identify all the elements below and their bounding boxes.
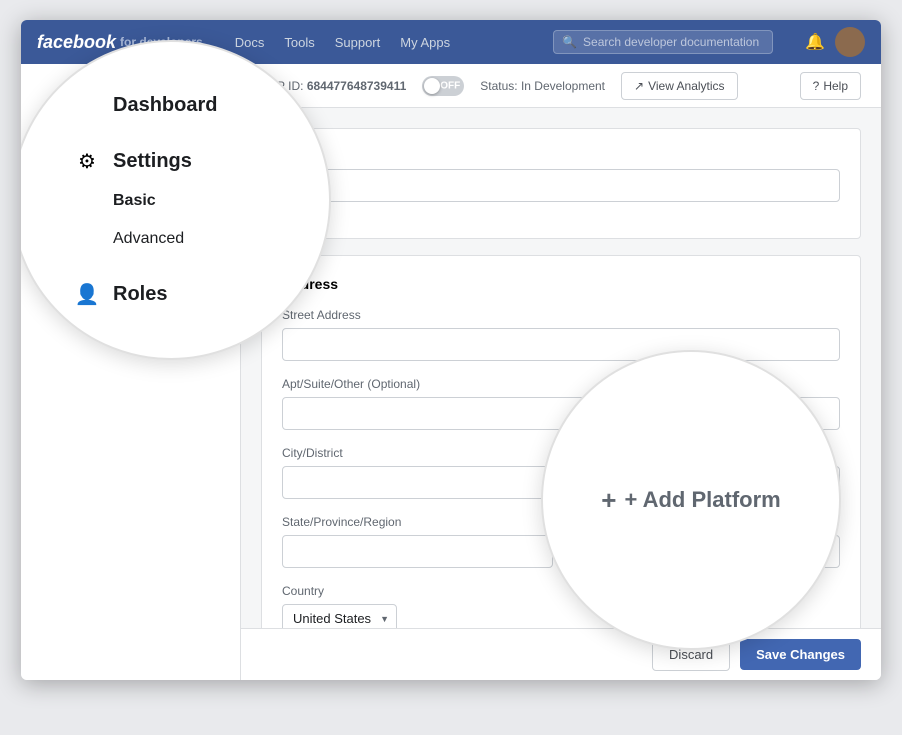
myapps-link[interactable]: My Apps	[400, 35, 450, 50]
docs-link[interactable]: Docs	[235, 35, 265, 50]
gear-circle-icon: ⚙	[73, 149, 101, 174]
support-link[interactable]: Support	[335, 35, 381, 50]
tools-link[interactable]: Tools	[284, 35, 314, 50]
topnav-links: Docs Tools Support My Apps	[235, 35, 450, 50]
topnav-icons: 🔔	[805, 27, 865, 57]
email-input[interactable]	[282, 169, 840, 202]
toggle-knob	[424, 78, 440, 94]
user-avatar[interactable]	[835, 27, 865, 57]
app-bar: APP ID: 684477648739411 OFF Status: In D…	[241, 64, 881, 108]
save-changes-button[interactable]: Save Changes	[740, 639, 861, 670]
analytics-icon: ↗	[634, 79, 644, 93]
help-button[interactable]: ? Help	[800, 72, 861, 100]
circle-settings-label: Settings	[113, 150, 192, 173]
address-section-title: Address	[282, 276, 840, 292]
circle-sub-basic[interactable]: Basic	[73, 182, 329, 220]
state-input[interactable]	[282, 535, 553, 568]
search-icon: 🔍	[562, 35, 577, 49]
toggle-switch[interactable]: OFF	[422, 76, 464, 96]
circle-sub-advanced[interactable]: Advanced	[73, 220, 329, 258]
search-input[interactable]	[583, 35, 764, 49]
circle-overlay-right[interactable]: + + Add Platform	[541, 350, 841, 650]
circle-roles-label: Roles	[113, 283, 167, 306]
street-group: Street Address	[282, 308, 840, 361]
circle-sub-items: Basic Advanced	[73, 182, 329, 258]
status-text: Status: In Development	[480, 79, 605, 93]
street-label: Street Address	[282, 308, 840, 322]
toggle-bg[interactable]: OFF	[422, 76, 464, 96]
screenshot-frame: facebook for developers Docs Tools Suppo…	[21, 20, 881, 680]
state-group: State/Province/Region	[282, 515, 553, 568]
bell-icon[interactable]: 🔔	[805, 32, 825, 52]
circle-dashboard-label: Dashboard	[113, 94, 217, 117]
email-group: Email	[282, 149, 840, 202]
circle-overlay-left: Dashboard ⚙ Settings Basic Advanced 👤 Ro…	[21, 40, 331, 360]
facebook-logo-text: facebook	[37, 32, 116, 53]
street-input[interactable]	[282, 328, 840, 361]
email-label: Email	[282, 149, 840, 163]
roles-circle-icon: 👤	[73, 282, 101, 307]
circle-add-platform-label: + Add Platform	[624, 487, 780, 513]
footer-bar: Discard Save Changes	[241, 628, 881, 680]
help-icon: ?	[813, 79, 820, 93]
app-id-value: 684477648739411	[307, 79, 406, 93]
circle-add-platform-button[interactable]: + + Add Platform	[601, 485, 780, 516]
search-box[interactable]: 🔍	[553, 30, 773, 54]
toggle-label: OFF	[440, 80, 460, 91]
form-section-contact: Email	[261, 128, 861, 239]
circle-plus-icon: +	[601, 485, 616, 516]
view-analytics-button[interactable]: ↗ View Analytics	[621, 72, 738, 100]
state-label: State/Province/Region	[282, 515, 553, 529]
circle-menu-items: Dashboard ⚙ Settings Basic Advanced 👤 Ro…	[73, 78, 329, 323]
